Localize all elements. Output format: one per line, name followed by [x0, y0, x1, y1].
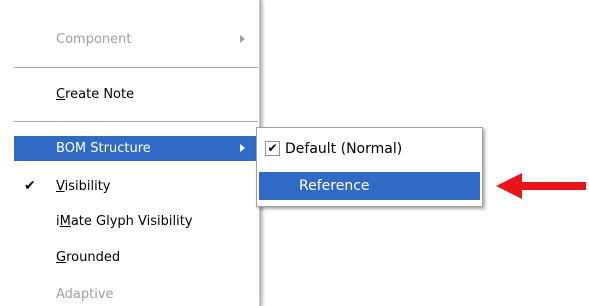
menu-item-label: Visibility — [56, 179, 111, 194]
red-arrow-icon — [496, 173, 586, 199]
submenu-item-label: Default (Normal) — [285, 141, 403, 157]
context-menu: Component Create Note BOM Structure ✔ Vi… — [0, 0, 261, 306]
screenshot-stage: Component Create Note BOM Structure ✔ Vi… — [0, 0, 589, 306]
menu-item-component: Component — [14, 27, 259, 52]
menu-separator — [14, 121, 258, 122]
menu-item-label: Create Note — [56, 87, 135, 102]
menu-item-label: Adaptive — [56, 287, 114, 302]
menu-item-label: iMate Glyph Visibility — [56, 214, 193, 229]
menu-item-create-note[interactable]: Create Note — [14, 82, 259, 107]
menu-item-bom-structure[interactable]: BOM Structure — [14, 136, 259, 161]
chevron-right-icon — [240, 35, 245, 43]
menu-item-adaptive: Adaptive — [14, 282, 259, 306]
menu-item-visibility[interactable]: ✔ Visibility — [14, 174, 259, 199]
checkmark-icon: ✔ — [265, 141, 280, 156]
menu-item-label: BOM Structure — [56, 141, 151, 156]
chevron-right-icon — [240, 144, 245, 152]
checkmark-icon: ✔ — [24, 178, 36, 194]
submenu-item-reference[interactable]: Reference — [259, 172, 480, 200]
submenu-item-label: Reference — [299, 178, 370, 194]
submenu-item-default-normal[interactable]: ✔ Default (Normal) — [259, 135, 480, 163]
menu-item-label: Component — [56, 32, 132, 47]
bom-structure-submenu: ✔ Default (Normal) Reference — [256, 127, 483, 207]
menu-item-label: Grounded — [56, 250, 121, 265]
menu-item-grounded[interactable]: Grounded — [14, 245, 259, 270]
menu-separator — [14, 67, 258, 68]
menu-item-imate-glyph-visibility[interactable]: iMate Glyph Visibility — [14, 209, 259, 234]
